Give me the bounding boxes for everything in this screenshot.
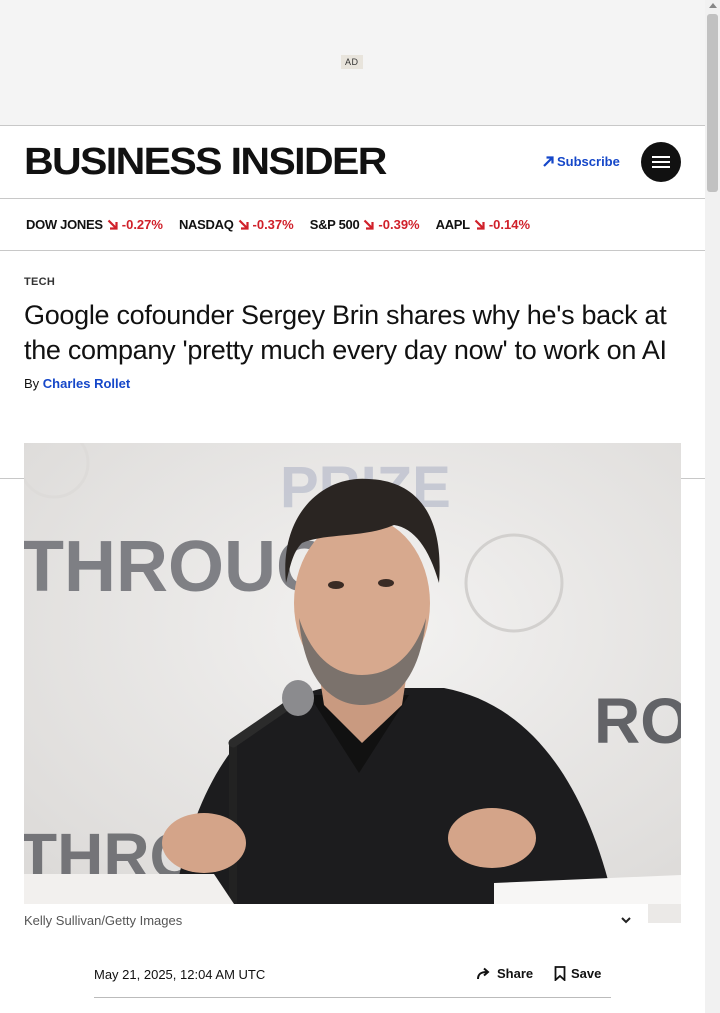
share-icon — [477, 967, 490, 980]
photo-edge — [648, 904, 681, 923]
menu-button[interactable] — [641, 142, 681, 182]
masthead: BUSINESS INSIDER Subscribe — [0, 126, 705, 199]
category-label[interactable]: TECH — [24, 276, 681, 288]
backdrop-text: ROU — [594, 685, 681, 757]
article-header: TECH Google cofounder Sergey Brin shares… — [0, 276, 705, 391]
subscribe-label: Subscribe — [557, 154, 620, 169]
article-meta: May 21, 2025, 12:04 AM UTC Share Save — [94, 960, 611, 998]
save-button[interactable]: Save — [554, 966, 601, 981]
ticker-item-sp500[interactable]: S&P 500 -0.39% — [310, 217, 420, 232]
byline-prefix: By — [24, 376, 40, 391]
ad-label: AD — [341, 55, 363, 69]
headline: Google cofounder Sergey Brin shares why … — [24, 300, 667, 365]
share-label: Share — [497, 966, 534, 981]
hero-photo: THROUGH PRIZE THROUG ROU — [24, 443, 681, 904]
hamburger-menu-icon — [652, 156, 670, 168]
share-button[interactable]: Share — [477, 966, 533, 981]
photo-credit: Kelly Sullivan/Getty Images — [24, 913, 183, 928]
bookmark-icon — [554, 966, 566, 981]
ticker-change: -0.27% — [121, 217, 163, 232]
ad-slot: AD — [0, 0, 705, 126]
chevron-down-icon[interactable] — [618, 912, 634, 928]
market-ticker: DOW JONES -0.27% NASDAQ -0.37% S&P 500 -… — [0, 199, 705, 251]
arrow-down-right-icon — [107, 219, 118, 230]
arrow-down-right-icon — [474, 219, 485, 230]
ticker-item-nasdaq[interactable]: NASDAQ -0.37% — [179, 217, 294, 232]
ticker-name: AAPL — [435, 217, 471, 232]
subscribe-link[interactable]: Subscribe — [543, 154, 620, 169]
save-label: Save — [571, 966, 602, 981]
scrollbar-thumb[interactable] — [707, 14, 718, 192]
ticker-change: -0.37% — [252, 217, 294, 232]
ticker-item-dow-jones[interactable]: DOW JONES -0.27% — [26, 217, 163, 232]
ticker-change: -0.39% — [378, 217, 420, 232]
page: AD BUSINESS INSIDER Subscribe DOW JONES … — [0, 0, 705, 1013]
ticker-change: -0.14% — [488, 217, 531, 232]
ticker-name: S&P 500 — [309, 217, 360, 232]
scroll-up-icon[interactable] — [709, 3, 717, 8]
arrow-down-right-icon — [364, 219, 375, 230]
ticker-name: NASDAQ — [178, 217, 234, 232]
author-link[interactable]: Charles Rollet — [43, 376, 130, 391]
arrow-down-right-icon — [238, 219, 249, 230]
ticker-item-aapl[interactable]: AAPL -0.14% — [436, 217, 530, 232]
publish-date: May 21, 2025, 12:04 AM UTC — [94, 967, 266, 982]
hero-photo-illustration: THROUGH PRIZE THROUG ROU — [24, 443, 681, 904]
business-insider-logo[interactable]: BUSINESS INSIDER — [24, 138, 387, 186]
arrow-up-right-icon — [543, 156, 554, 167]
byline: By Charles Rollet — [24, 376, 681, 391]
ticker-name: DOW JONES — [26, 217, 103, 232]
